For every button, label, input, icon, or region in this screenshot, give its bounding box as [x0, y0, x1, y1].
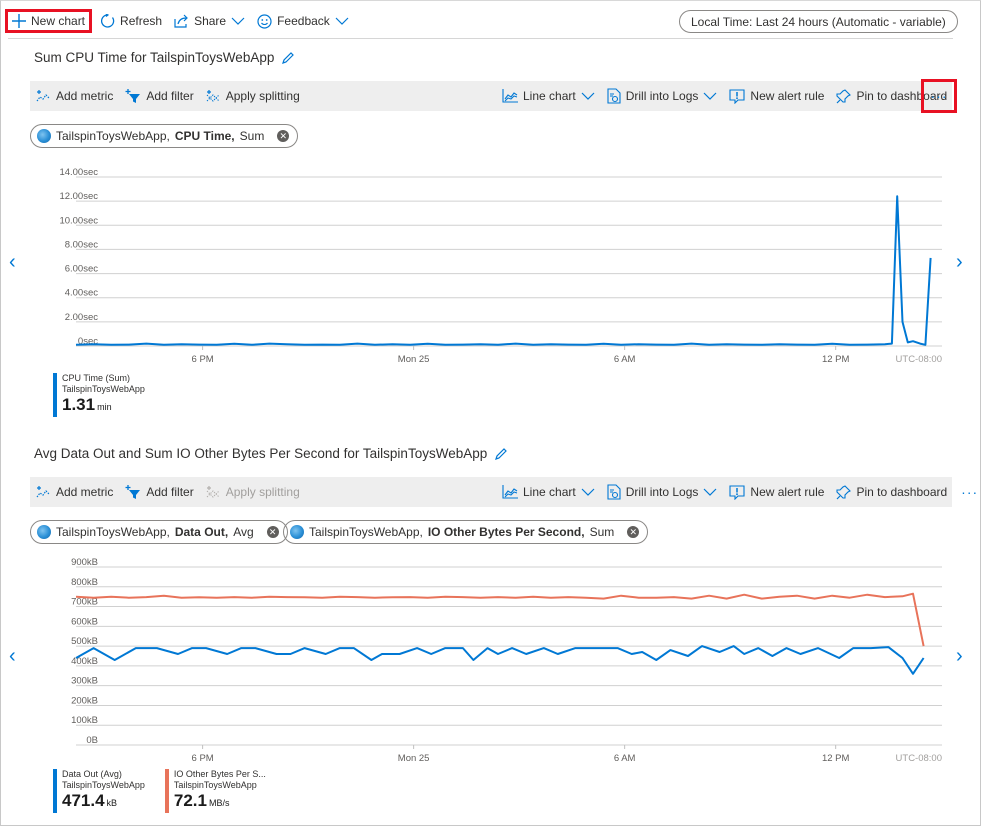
- y-tick-label: 600kB: [71, 616, 98, 627]
- timezone-label: UTC-08:00: [896, 753, 942, 764]
- y-tick-label: 0B: [86, 735, 98, 746]
- legend-metric-name: Data Out (Avg): [62, 769, 122, 779]
- x-tick-label: 12 PM: [822, 753, 850, 764]
- legend-value: 471.4: [62, 791, 105, 810]
- chart-2-plot: 0B100kB200kB300kB400kB500kB600kB700kB800…: [71, 557, 942, 764]
- chart-2-legend: Data Out (Avg) TailspinToysWebApp 471.4 k…: [53, 769, 266, 813]
- legend-resource: TailspinToysWebApp: [62, 780, 145, 790]
- y-tick-label: 900kB: [71, 557, 98, 568]
- y-tick-label: 800kB: [71, 577, 98, 588]
- x-tick-label: 6 PM: [192, 753, 214, 764]
- legend-item[interactable]: IO Other Bytes Per S... TailspinToysWebA…: [164, 769, 266, 813]
- legend-unit: MB/s: [208, 798, 230, 808]
- y-tick-label: 200kB: [71, 695, 98, 706]
- y-tick-label: 400kB: [71, 656, 98, 667]
- series-line: [75, 592, 925, 647]
- legend-item[interactable]: Data Out (Avg) TailspinToysWebApp 471.4 k…: [53, 769, 145, 813]
- legend-metric-name: IO Other Bytes Per S...: [173, 769, 266, 779]
- series-line: [75, 645, 925, 675]
- x-tick-label: 6 AM: [614, 753, 636, 764]
- legend-value: 72.1: [173, 791, 207, 810]
- x-tick-label: Mon 25: [398, 753, 430, 764]
- legend-resource: TailspinToysWebApp: [173, 780, 257, 790]
- y-tick-label: 300kB: [71, 676, 98, 687]
- y-tick-label: 100kB: [71, 715, 98, 726]
- legend-unit: kB: [106, 798, 118, 808]
- y-tick-label: 500kB: [71, 636, 98, 647]
- legend-color-bar: [53, 769, 57, 813]
- legend-color-bar: [164, 769, 169, 813]
